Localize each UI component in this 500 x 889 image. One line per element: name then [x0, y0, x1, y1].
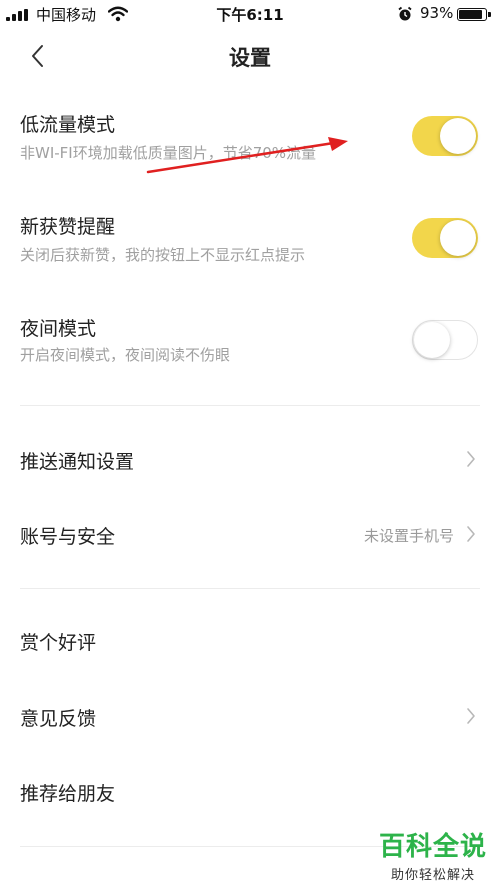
menu-label: 赏个好评: [20, 632, 97, 654]
chevron-right-icon: [467, 526, 475, 542]
setting-title: 夜间模式: [20, 318, 97, 340]
menu-account-security[interactable]: 账号与安全 未设置手机号: [0, 500, 500, 570]
menu-push-notification-settings[interactable]: 推送通知设置: [0, 425, 500, 495]
watermark-subtitle: 助你轻松解决: [390, 868, 475, 883]
night-mode-toggle[interactable]: [412, 320, 478, 360]
status-bar: 中国移动 下午6:11 93%: [0, 0, 500, 28]
menu-label: 账号与安全: [20, 526, 116, 548]
low-data-mode-toggle[interactable]: [412, 116, 478, 156]
section-divider: [20, 588, 480, 589]
chevron-right-icon: [467, 708, 475, 724]
menu-recommend-to-friends[interactable]: 推荐给朋友: [0, 757, 500, 827]
chevron-right-icon: [467, 451, 475, 467]
battery-icon: [457, 8, 491, 21]
phone-status-value: 未设置手机号: [363, 527, 454, 545]
menu-label: 意见反馈: [20, 708, 97, 730]
watermark-title: 百科全说: [378, 832, 487, 862]
battery-percent: 93%: [420, 4, 454, 22]
nav-bar: 设置: [0, 28, 500, 84]
menu-label: 推荐给朋友: [20, 783, 116, 805]
setting-like-reminder: 新获赞提醒 关闭后获新赞，我的按钮上不显示红点提示: [0, 198, 500, 298]
setting-subtitle: 非WI-FI环境加载低质量图片，节省70%流量: [20, 144, 317, 162]
menu-feedback[interactable]: 意见反馈: [0, 682, 500, 752]
setting-low-data-mode: 低流量模式 非WI-FI环境加载低质量图片，节省70%流量: [0, 96, 500, 196]
menu-label: 推送通知设置: [20, 451, 135, 473]
setting-subtitle: 关闭后获新赞，我的按钮上不显示红点提示: [20, 246, 306, 264]
setting-night-mode: 夜间模式 开启夜间模式，夜间阅读不伤眼: [0, 300, 500, 400]
like-reminder-toggle[interactable]: [412, 218, 478, 258]
setting-title: 低流量模式: [20, 114, 116, 136]
page-title: 设置: [229, 46, 271, 70]
setting-subtitle: 开启夜间模式，夜间阅读不伤眼: [20, 346, 231, 364]
watermark-logo: 百科全说 助你轻松解决: [378, 826, 488, 883]
menu-rate-app[interactable]: 赏个好评: [0, 606, 500, 676]
setting-title: 新获赞提醒: [20, 216, 116, 238]
section-divider: [20, 405, 480, 406]
alarm-icon: [398, 6, 412, 21]
